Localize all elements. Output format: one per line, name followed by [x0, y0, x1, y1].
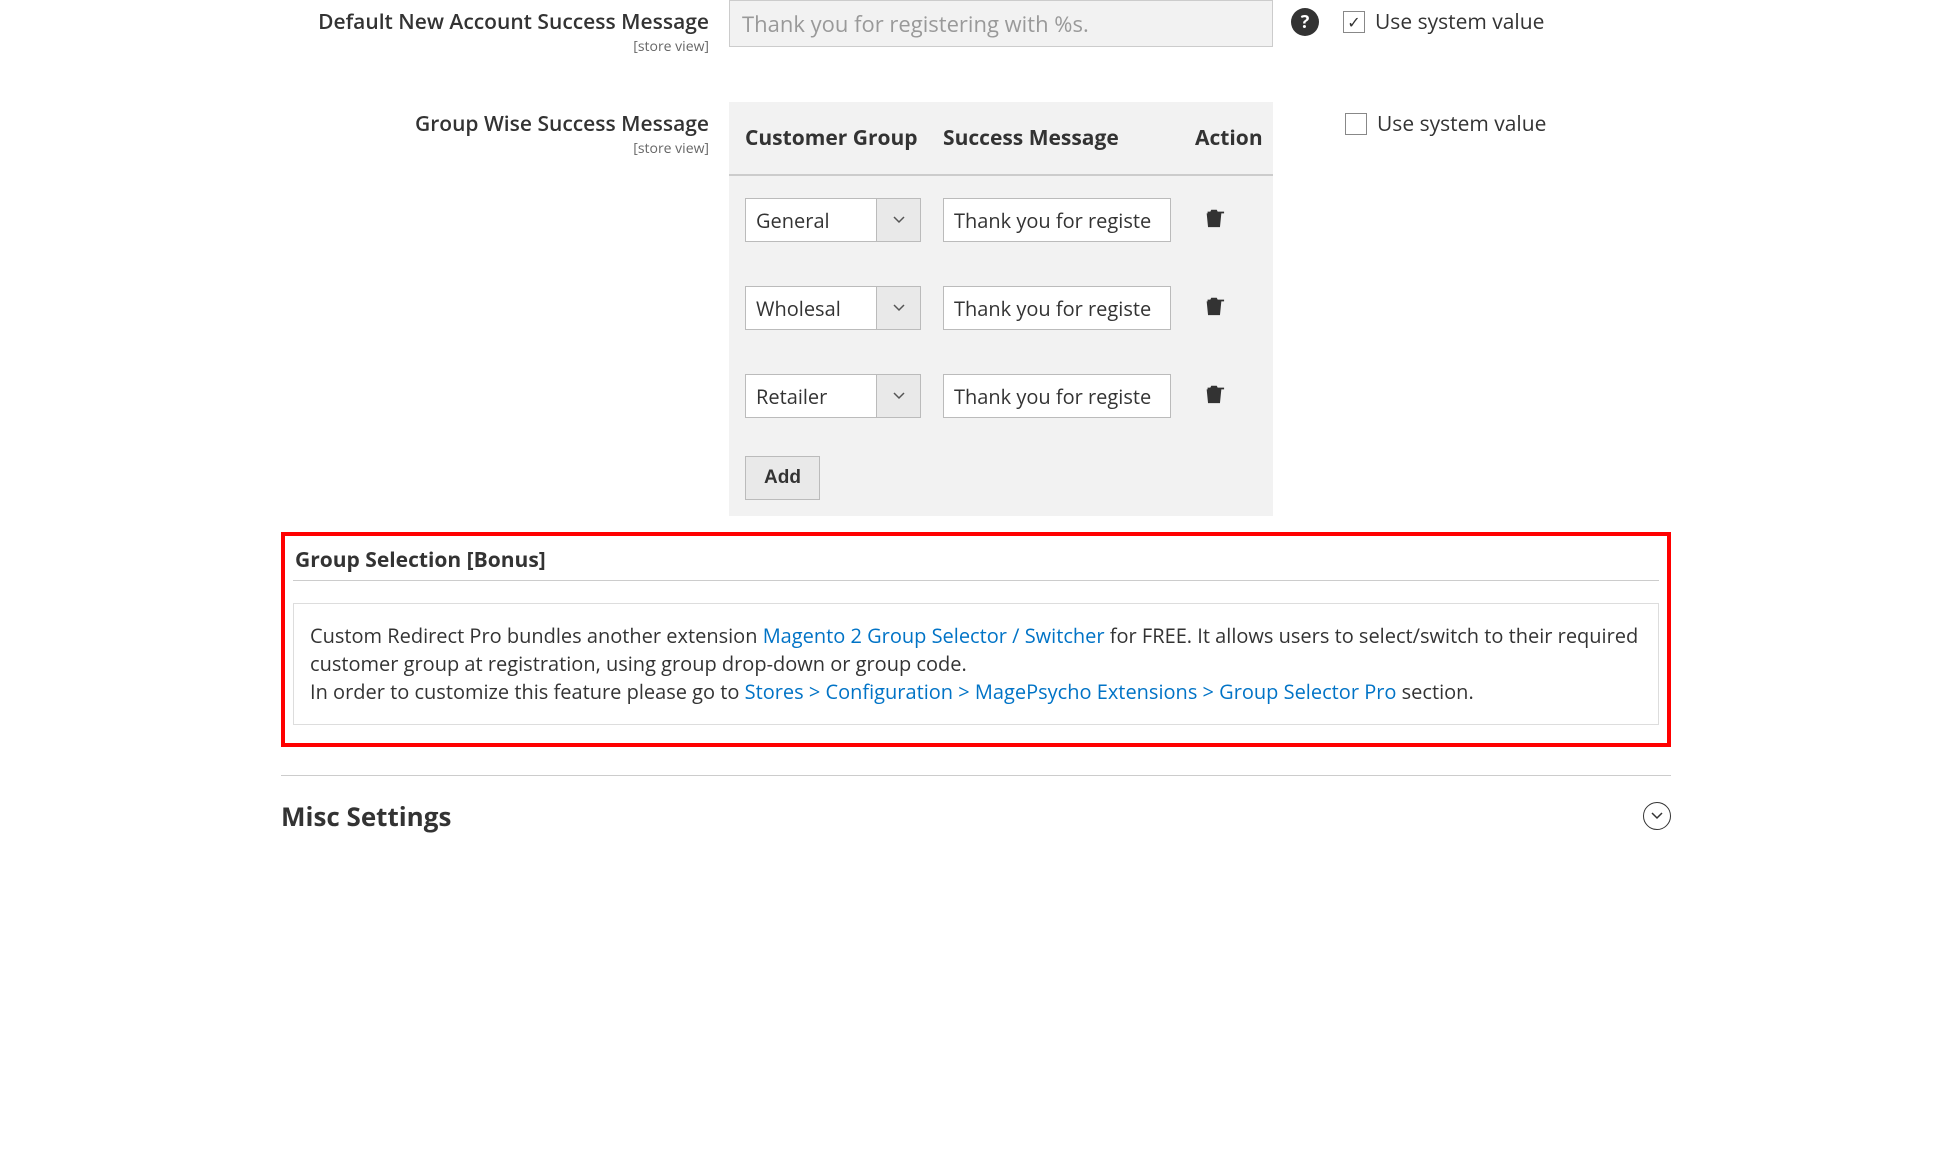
use-system-default[interactable]: ✓ Use system value: [1343, 8, 1544, 36]
customer-group-select[interactable]: Retailer: [745, 374, 921, 418]
checkbox-icon: ✓: [1343, 11, 1365, 33]
help-icon[interactable]: ?: [1291, 8, 1319, 36]
field-group-wise: Group Wise Success Message [store view] …: [281, 102, 1671, 516]
chevron-down-icon: [876, 287, 920, 329]
field-default-success: Default New Account Success Message [sto…: [281, 0, 1671, 56]
delete-row-button[interactable]: [1203, 206, 1225, 235]
success-message-input[interactable]: [943, 286, 1171, 330]
bonus-title: Group Selection [Bonus]: [293, 542, 1659, 581]
label-scope: [store view]: [281, 139, 709, 158]
default-success-input[interactable]: [729, 0, 1273, 47]
select-value: Retailer: [746, 375, 876, 417]
control-group-wise: Customer Group Success Message Action Ge…: [729, 102, 1273, 516]
customer-group-select[interactable]: Wholesal: [745, 286, 921, 330]
bonus-link-extension[interactable]: Magento 2 Group Selector / Switcher: [763, 622, 1105, 649]
checkbox-label: Use system value: [1375, 8, 1544, 36]
bonus-link-config-path[interactable]: Stores > Configuration > MagePsycho Exte…: [745, 678, 1397, 705]
label-text: Group Wise Success Message: [415, 110, 709, 138]
chevron-down-icon: [1643, 802, 1671, 830]
bonus-body: Custom Redirect Pro bundles another exte…: [293, 603, 1659, 725]
label-text: Default New Account Success Message: [318, 8, 709, 36]
misc-settings-header[interactable]: Misc Settings: [281, 776, 1671, 834]
select-value: General: [746, 199, 876, 241]
table-row: Wholesal: [729, 264, 1273, 352]
section-title: Misc Settings: [281, 798, 451, 834]
bonus-line2-suffix: section.: [1396, 678, 1473, 705]
add-row-button[interactable]: Add: [745, 456, 820, 500]
delete-row-button[interactable]: [1203, 382, 1225, 411]
control-default-success: [729, 0, 1273, 47]
use-system-group-wise[interactable]: Use system value: [1345, 110, 1546, 138]
table-row: Retailer: [729, 352, 1273, 440]
label-group-wise: Group Wise Success Message [store view]: [281, 102, 729, 158]
table-footer: Add: [729, 440, 1273, 516]
customer-group-select[interactable]: General: [745, 198, 921, 242]
after-default-success: ? ✓ Use system value: [1273, 0, 1544, 36]
chevron-down-icon: [876, 375, 920, 417]
table-row: General: [729, 176, 1273, 264]
bonus-line2-prefix: In order to customize this feature pleas…: [310, 678, 745, 705]
th-action: Action: [1195, 124, 1257, 152]
success-message-input[interactable]: [943, 198, 1171, 242]
trash-icon: [1203, 294, 1225, 318]
trash-icon: [1203, 382, 1225, 406]
bonus-line1-prefix: Custom Redirect Pro bundles another exte…: [310, 622, 763, 649]
select-value: Wholesal: [746, 287, 876, 329]
delete-row-button[interactable]: [1203, 294, 1225, 323]
success-message-input[interactable]: [943, 374, 1171, 418]
th-success-message: Success Message: [943, 124, 1195, 152]
trash-icon: [1203, 206, 1225, 230]
label-scope: [store view]: [281, 37, 709, 56]
after-group-wise: Use system value: [1273, 102, 1546, 138]
table-header: Customer Group Success Message Action: [729, 102, 1273, 176]
label-default-success: Default New Account Success Message [sto…: [281, 0, 729, 56]
checkbox-label: Use system value: [1377, 110, 1546, 138]
group-selection-bonus-box: Group Selection [Bonus] Custom Redirect …: [281, 532, 1671, 747]
th-customer-group: Customer Group: [745, 124, 943, 152]
group-wise-table: Customer Group Success Message Action Ge…: [729, 102, 1273, 516]
checkbox-icon: [1345, 113, 1367, 135]
chevron-down-icon: [876, 199, 920, 241]
